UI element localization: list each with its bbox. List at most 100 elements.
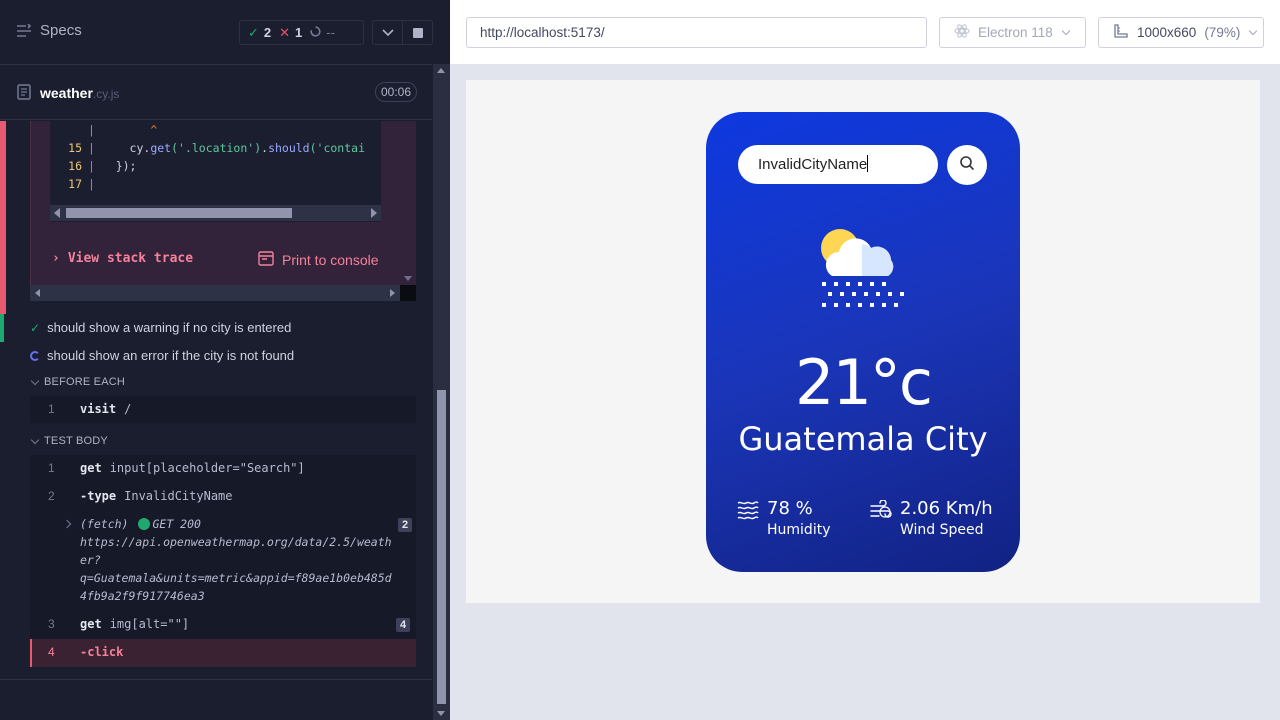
test-title: should show an error if the city is not … bbox=[47, 348, 295, 363]
temperature: 21°c bbox=[795, 346, 933, 419]
test-running[interactable]: should show an error if the city is not … bbox=[30, 348, 294, 363]
view-stack-trace-button[interactable]: › View stack trace bbox=[52, 251, 193, 266]
specs-menu-icon bbox=[16, 23, 32, 38]
code-line: 15 | cy.get('.location').should('contai bbox=[68, 141, 365, 155]
spinner-icon bbox=[30, 350, 40, 361]
command-name: get bbox=[80, 617, 102, 631]
humidity-value: 78 % bbox=[767, 498, 813, 519]
error-vertical-scrollbar[interactable] bbox=[400, 121, 416, 285]
fetch-url: https://api.openweathermap.org/data/2.5/… bbox=[80, 535, 392, 549]
before-each-hook[interactable]: BEFORE EACH bbox=[30, 376, 126, 388]
viewport-selector[interactable]: 1000x660 (79%) bbox=[1098, 17, 1264, 48]
count-badge: 2 bbox=[398, 518, 412, 532]
city-name: Guatemala City bbox=[738, 420, 988, 458]
hook-label: BEFORE EACH bbox=[44, 376, 126, 388]
wind-value: 2.06 Km/h bbox=[900, 498, 993, 519]
command-name: -click bbox=[80, 645, 124, 659]
command-row[interactable]: 2 -type InvalidCityName bbox=[30, 489, 416, 507]
specs-button[interactable]: Specs bbox=[16, 22, 82, 39]
print-icon bbox=[258, 251, 274, 269]
wind-icon bbox=[870, 499, 892, 525]
fetch-log[interactable]: (fetch) GET 200 https://api.openweatherma… bbox=[80, 515, 400, 605]
scrollbar-thumb[interactable] bbox=[437, 390, 446, 704]
command-name: get bbox=[80, 461, 102, 475]
spec-name[interactable]: weather.cy.js bbox=[40, 85, 119, 101]
search-input-value: InvalidCityName bbox=[758, 156, 868, 173]
fetch-url: 4fb9a2f9f917746ea3 bbox=[80, 589, 205, 603]
stop-button[interactable] bbox=[402, 21, 432, 44]
spec-file-name: weather bbox=[40, 85, 93, 101]
error-horizontal-scrollbar[interactable] bbox=[30, 285, 400, 301]
dropdown-button[interactable] bbox=[373, 21, 402, 44]
test-body-hook[interactable]: TEST BODY bbox=[30, 435, 108, 447]
browser-label: Electron 118 bbox=[978, 25, 1053, 40]
status-dot-icon bbox=[138, 518, 151, 530]
fetch-label: (fetch) bbox=[80, 517, 129, 531]
command-message: input[placeholder="Search"] bbox=[109, 461, 305, 475]
command-message: InvalidCityName bbox=[124, 489, 233, 503]
command-log-panel: Specs ✓ 2 ✕ 1 -- weather.cy.js 00:06 | ^… bbox=[0, 0, 450, 720]
test-stats: ✓ 2 ✕ 1 -- bbox=[239, 20, 364, 45]
run-controls bbox=[372, 20, 433, 45]
file-icon bbox=[17, 84, 31, 105]
runner-header: Specs ✓ 2 ✕ 1 -- bbox=[0, 0, 433, 65]
print-to-console-button[interactable]: Print to console bbox=[258, 251, 379, 269]
chevron-right-icon: › bbox=[52, 251, 60, 266]
browser-icon bbox=[954, 23, 970, 42]
browser-selector[interactable]: Electron 118 bbox=[939, 17, 1086, 48]
pending-stat: -- bbox=[302, 25, 335, 40]
test-passed[interactable]: ✓ should show a warning if no city is en… bbox=[30, 320, 291, 335]
code-line: | ^ bbox=[88, 123, 158, 137]
search-input[interactable]: InvalidCityName bbox=[738, 145, 938, 184]
check-icon: ✓ bbox=[30, 320, 41, 335]
view-stack-trace-label: View stack trace bbox=[67, 251, 194, 266]
code-line: 17 | bbox=[68, 177, 95, 191]
pending-count: -- bbox=[326, 25, 335, 40]
command-row[interactable]: 1 visit / bbox=[30, 402, 416, 420]
fetch-url: q=Guatemala&units=metric&appid=f89ae1b0e… bbox=[80, 571, 392, 585]
code-line: 16 | }); bbox=[68, 159, 137, 173]
chevron-down-icon bbox=[381, 24, 394, 42]
passed-stat: ✓ 2 bbox=[240, 25, 271, 41]
search-icon bbox=[959, 155, 975, 176]
command-name: visit bbox=[80, 402, 117, 416]
chevron-down-icon bbox=[1061, 26, 1071, 35]
test-title: should show a warning if no city is ente… bbox=[47, 320, 292, 335]
check-icon: ✓ bbox=[248, 24, 259, 40]
command-message: img[alt=""] bbox=[109, 617, 190, 631]
command-name: -type bbox=[80, 489, 117, 503]
humidity-icon bbox=[737, 500, 759, 525]
command-message: / bbox=[124, 402, 132, 416]
passed-count: 2 bbox=[263, 25, 272, 40]
failed-test-indicator bbox=[0, 121, 6, 314]
cloud-sun-rain-icon bbox=[818, 226, 910, 317]
spec-file-row: weather.cy.js bbox=[0, 65, 432, 120]
failed-stat: ✕ 1 bbox=[271, 25, 302, 41]
code-horizontal-scrollbar[interactable] bbox=[50, 205, 381, 221]
wind-detail: 2.06 Km/h Wind Speed bbox=[870, 498, 1010, 542]
command-row[interactable]: 3 get img[alt=""] 4 bbox=[30, 617, 416, 635]
wind-label: Wind Speed bbox=[900, 522, 984, 538]
failed-command-row[interactable]: 4 -click bbox=[30, 639, 416, 667]
chevron-down-icon bbox=[30, 376, 40, 385]
viewport-scale: (79%) bbox=[1204, 25, 1241, 40]
url-bar[interactable]: http://localhost:5173/ bbox=[466, 17, 927, 48]
hook-label: TEST BODY bbox=[44, 435, 108, 447]
command-log-scrollbar[interactable] bbox=[433, 64, 450, 720]
print-to-console-label: Print to console bbox=[282, 252, 379, 268]
chevron-down-icon bbox=[1249, 26, 1258, 35]
stop-icon bbox=[412, 27, 423, 38]
command-row[interactable]: 1 get input[placeholder="Search"] bbox=[30, 461, 416, 479]
humidity-detail: 78 % Humidity bbox=[737, 498, 857, 542]
fetch-status: GET 200 bbox=[152, 517, 201, 531]
spec-file-ext: .cy.js bbox=[92, 87, 120, 101]
failed-count: 1 bbox=[295, 25, 303, 40]
spinner-icon bbox=[310, 25, 321, 40]
humidity-label: Humidity bbox=[767, 522, 831, 538]
divider bbox=[0, 679, 432, 680]
passed-test-indicator bbox=[0, 314, 4, 342]
search-button[interactable] bbox=[947, 145, 987, 185]
specs-label: Specs bbox=[40, 22, 82, 39]
scrollbar-corner bbox=[400, 285, 416, 301]
viewport-icon bbox=[1113, 23, 1129, 42]
